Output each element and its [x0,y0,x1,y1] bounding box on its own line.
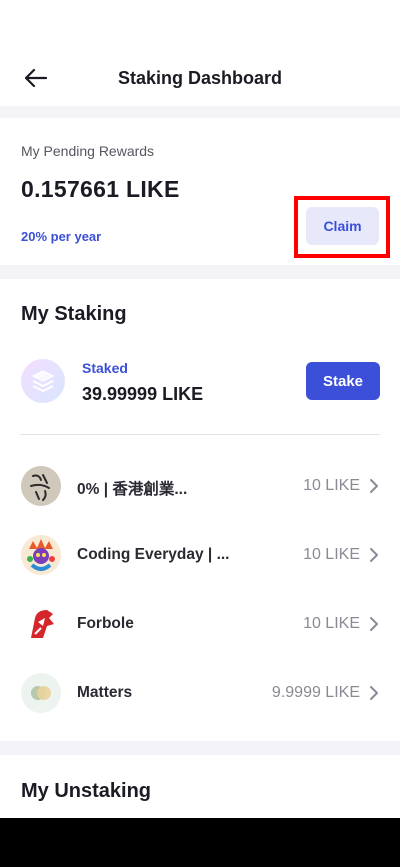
validator-row[interactable]: Coding Everyday | ... 10 LIKE [0,523,400,587]
chevron-right-icon [370,479,378,493]
page-title: Staking Dashboard [117,67,283,88]
validator-value: 10 LIKE [303,477,360,494]
chevron-right-icon [370,617,378,631]
validator-value: 10 LIKE [303,546,360,563]
chevron-right-icon [370,686,378,700]
divider [20,434,380,435]
validator-value: 9.9999 LIKE [271,684,360,701]
validator-name: Matters [77,684,133,701]
validator-row[interactable]: Matters 9.9999 LIKE [0,661,400,725]
claim-button[interactable]: Claim [306,207,379,245]
chevron-right-icon [370,548,378,562]
staked-label: Staked [82,360,128,376]
validator-name: Forbole [77,615,134,632]
my-unstaking-title: My Unstaking [21,780,152,802]
app-header: Staking Dashboard [0,50,400,106]
status-bar [0,0,400,50]
layers-icon [21,359,65,403]
validator-name: Coding Everyday | ... [77,546,230,563]
back-button[interactable] [20,62,52,94]
validator-row[interactable]: 0% | 香港創業... 10 LIKE [0,454,400,518]
arrow-left-icon [25,69,47,87]
my-unstaking-card: My Unstaking [0,755,400,825]
character-avatar [21,535,61,575]
stake-button[interactable]: Stake [306,362,380,400]
system-navigation-bar [0,818,400,867]
validator-name: 0% | 香港創業... [77,481,188,498]
matters-logo [21,673,61,713]
calligraphy-avatar [21,466,61,506]
validator-value: 10 LIKE [303,615,360,632]
staked-amount: 39.99999 LIKE [82,384,204,404]
pending-rewards-label: My Pending Rewards [21,143,155,159]
my-staking-title: My Staking [21,303,127,325]
validator-row[interactable]: Forbole 10 LIKE [0,592,400,656]
my-staking-card: My Staking Staked 39.99999 LIKE Stake 0%… [0,279,400,741]
apr-text: 20% per year [21,229,102,244]
pending-rewards-card: My Pending Rewards 0.157661 LIKE 20% per… [0,118,400,265]
pending-rewards-amount: 0.157661 LIKE [21,176,180,202]
forbole-logo [21,604,61,644]
